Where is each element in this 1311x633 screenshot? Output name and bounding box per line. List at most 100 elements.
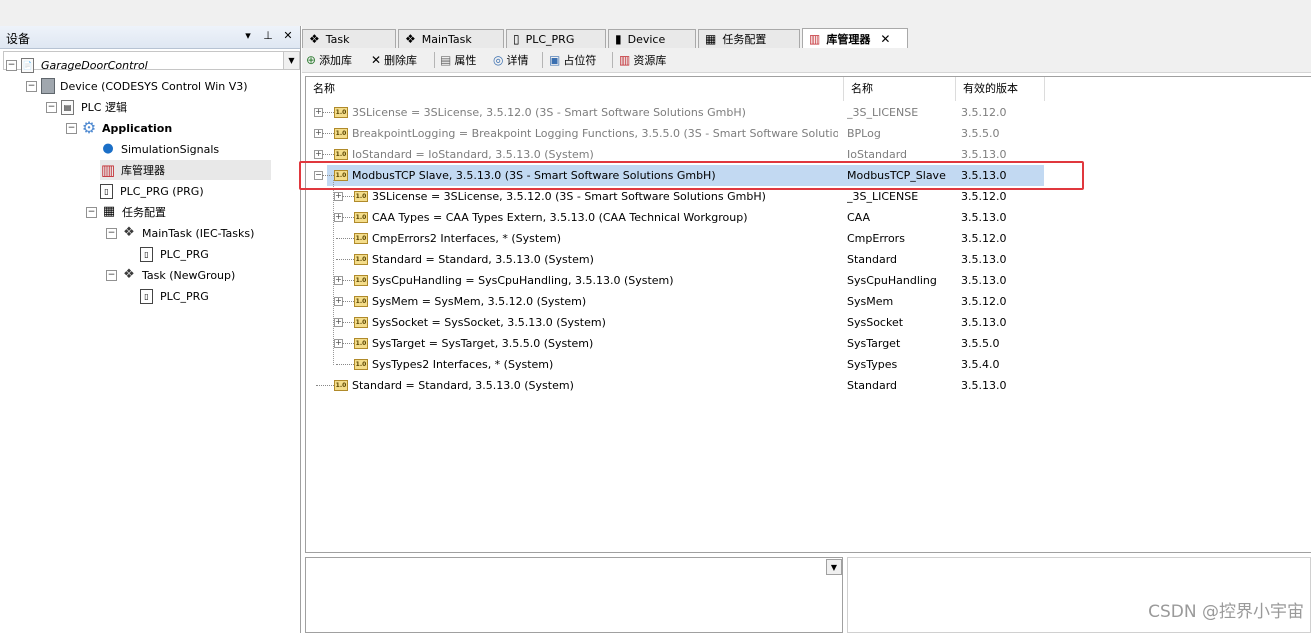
library-namespace-cell: CAA bbox=[847, 211, 871, 224]
library-row[interactable]: +1.0 CAA Types = CAA Types Extern, 3.5.13… bbox=[306, 207, 1311, 228]
device-tree-item-label: MainTask (IEC-Tasks) bbox=[142, 226, 255, 240]
tab-5[interactable]: ▦ 任务配置 bbox=[698, 29, 800, 48]
pou-icon: ▯ bbox=[140, 246, 153, 262]
library-row[interactable]: 1.0 CmpErrors2 Interfaces, * (System) CmpE… bbox=[306, 228, 1311, 249]
tab-1[interactable]: ❖ Task bbox=[302, 29, 396, 48]
chevron-down-icon[interactable]: ▼ bbox=[283, 52, 299, 69]
remove-library-button[interactable]: ✕ 删除库 bbox=[371, 51, 417, 69]
device-tree-item[interactable]: − ❖ MainTask (IEC-Tasks) bbox=[106, 223, 254, 243]
device-tree-item[interactable]: − ⚙ Application bbox=[66, 118, 172, 138]
device-tree-item[interactable]: ▯ PLC_PRG (PRG) bbox=[100, 181, 204, 201]
tab-label: 库管理器 bbox=[826, 33, 871, 46]
task-icon: ❖ bbox=[309, 32, 320, 46]
device-tree-item[interactable]: − 📄 GarageDoorControl bbox=[6, 55, 148, 75]
pou-icon: ▯ bbox=[513, 32, 520, 46]
device-tree-item[interactable]: ● SimulationSignals bbox=[100, 139, 219, 159]
task-icon: ❖ bbox=[405, 32, 416, 46]
library-icon: 1.0 bbox=[354, 296, 368, 307]
panel-pin-icon[interactable]: ⊥ bbox=[261, 29, 275, 43]
column-header-namespace[interactable]: 名称 bbox=[844, 77, 956, 101]
panel-close-icon[interactable]: ✕ bbox=[281, 29, 295, 43]
library-name-cell: SysSocket = SysSocket, 3.5.13.0 (System) bbox=[372, 316, 606, 329]
column-header-effective-version[interactable]: 有效的版本 bbox=[956, 77, 1045, 101]
tree-connector bbox=[342, 343, 354, 345]
watermark: CSDN @控界小宇宙 bbox=[1148, 602, 1304, 622]
task-icon: ❖ bbox=[123, 225, 135, 240]
collapse-icon[interactable]: − bbox=[106, 269, 117, 281]
device-icon bbox=[41, 78, 55, 94]
properties-button[interactable]: ▤ 属性 bbox=[440, 51, 476, 69]
tree-connector bbox=[322, 112, 334, 114]
tree-connector bbox=[316, 385, 334, 387]
library-namespace-cell: IoStandard bbox=[847, 148, 908, 161]
device-tree-item-label: PLC 逻辑 bbox=[81, 101, 127, 114]
device-tree-item[interactable]: − ▦ 任务配置 bbox=[86, 202, 166, 222]
tab-6[interactable]: ▥ 库管理器 ✕ bbox=[802, 28, 908, 49]
close-icon[interactable]: ✕ bbox=[880, 32, 890, 46]
task-icon: ❖ bbox=[123, 267, 135, 282]
collapse-icon[interactable]: − bbox=[66, 122, 77, 134]
library-row[interactable]: −1.0 ModbusTCP Slave, 3.5.13.0 (3S - Smar… bbox=[306, 165, 1311, 186]
library-row[interactable]: 1.0 Standard = Standard, 3.5.13.0 (System… bbox=[306, 375, 1311, 396]
library-version-cell: 3.5.13.0 bbox=[961, 211, 1007, 224]
tree-connector bbox=[342, 196, 354, 198]
tab-label: 任务配置 bbox=[722, 33, 767, 46]
library-row[interactable]: +1.0 SysCpuHandling = SysCpuHandling, 3.5… bbox=[306, 270, 1311, 291]
device-tree-item-label: 库管理器 bbox=[121, 164, 165, 177]
library-repository-button[interactable]: ▥ 资源库 bbox=[619, 51, 666, 69]
column-header-name[interactable]: 名称 bbox=[306, 77, 844, 101]
library-row[interactable]: +1.0 SysTarget = SysTarget, 3.5.5.0 (Syst… bbox=[306, 333, 1311, 354]
library-namespace-cell: SysCpuHandling bbox=[847, 274, 937, 287]
library-row[interactable]: +1.0 3SLicense = 3SLicense, 3.5.12.0 (3S … bbox=[306, 102, 1311, 123]
chevron-down-icon[interactable]: ▼ bbox=[826, 559, 842, 575]
panel-dropdown-icon[interactable]: ▾ bbox=[241, 29, 255, 43]
library-row[interactable]: +1.0 SysSocket = SysSocket, 3.5.13.0 (Sys… bbox=[306, 312, 1311, 333]
library-row[interactable]: 1.0 Standard = Standard, 3.5.13.0 (System… bbox=[306, 249, 1311, 270]
library-namespace-cell: SysTarget bbox=[847, 337, 901, 350]
collapse-icon[interactable]: − bbox=[86, 206, 97, 218]
device-tree-item[interactable]: − ❖ Task (NewGroup) bbox=[106, 265, 235, 285]
library-namespace-cell: BPLog bbox=[847, 127, 881, 140]
placeholder-button[interactable]: ▣ 占位符 bbox=[549, 51, 596, 69]
project-icon: 📄 bbox=[21, 57, 34, 73]
library-detail-pane: CSDN @控界小宇宙 bbox=[847, 557, 1311, 633]
library-row[interactable]: 1.0 SysTypes2 Interfaces, * (System) SysTy… bbox=[306, 354, 1311, 375]
add-library-icon: ⊕ bbox=[306, 53, 317, 67]
collapse-icon[interactable]: − bbox=[26, 80, 37, 92]
collapse-icon[interactable]: − bbox=[6, 59, 17, 71]
collapse-icon[interactable]: − bbox=[46, 101, 57, 113]
library-name-cell: CAA Types = CAA Types Extern, 3.5.13.0 (… bbox=[372, 211, 748, 224]
device-tree-item[interactable]: − ▤ PLC 逻辑 bbox=[46, 97, 127, 117]
device-tree-item-label: Application bbox=[102, 121, 173, 135]
toolbar-separator bbox=[612, 52, 613, 68]
tab-label: PLC_PRG bbox=[525, 32, 575, 46]
tab-2[interactable]: ❖ MainTask bbox=[398, 29, 504, 48]
library-namespace-cell: SysTypes bbox=[847, 358, 898, 371]
library-manager-icon: ▥ bbox=[100, 161, 116, 179]
details-button[interactable]: ◎ 详情 bbox=[493, 51, 528, 69]
add-library-button[interactable]: ⊕ 添加库 bbox=[306, 51, 352, 69]
library-row[interactable]: +1.0 SysMem = SysMem, 3.5.12.0 (System) Sy… bbox=[306, 291, 1311, 312]
library-content-pane: ▼ bbox=[305, 557, 843, 633]
device-tree-item[interactable]: ▯ PLC_PRG bbox=[140, 286, 209, 306]
library-row[interactable]: +1.0 BreakpointLogging = Breakpoint Loggi… bbox=[306, 123, 1311, 144]
collapse-icon[interactable]: − bbox=[106, 227, 117, 239]
tree-connector bbox=[336, 259, 354, 261]
library-version-cell: 3.5.13.0 bbox=[961, 316, 1007, 329]
library-namespace-cell: Standard bbox=[847, 379, 898, 392]
library-manager-icon: ▥ bbox=[809, 32, 821, 46]
placeholder-label: 占位符 bbox=[563, 54, 597, 67]
tab-4[interactable]: ▮ Device bbox=[608, 29, 696, 48]
library-grid: 名称 名称 有效的版本 +1.0 3SLicense = 3SLicense, 3… bbox=[305, 76, 1311, 553]
library-row[interactable]: +1.0 3SLicense = 3SLicense, 3.5.12.0 (3S … bbox=[306, 186, 1311, 207]
tab-3[interactable]: ▯ PLC_PRG bbox=[506, 29, 606, 48]
device-tree-item-label: Device (CODESYS Control Win V3) bbox=[60, 79, 248, 93]
library-version-cell: 3.5.5.0 bbox=[961, 127, 1000, 140]
device-tree-item[interactable]: − Device (CODESYS Control Win V3) bbox=[26, 76, 248, 96]
device-tree-item-label: Task (NewGroup) bbox=[142, 268, 236, 282]
device-tree-item-label: PLC_PRG bbox=[160, 289, 209, 303]
library-name-cell: SysMem = SysMem, 3.5.12.0 (System) bbox=[372, 295, 587, 308]
device-tree-item[interactable]: ▥ 库管理器 bbox=[100, 160, 271, 180]
library-row[interactable]: +1.0 IoStandard = IoStandard, 3.5.13.0 (S… bbox=[306, 144, 1311, 165]
device-tree-item[interactable]: ▯ PLC_PRG bbox=[140, 244, 209, 264]
